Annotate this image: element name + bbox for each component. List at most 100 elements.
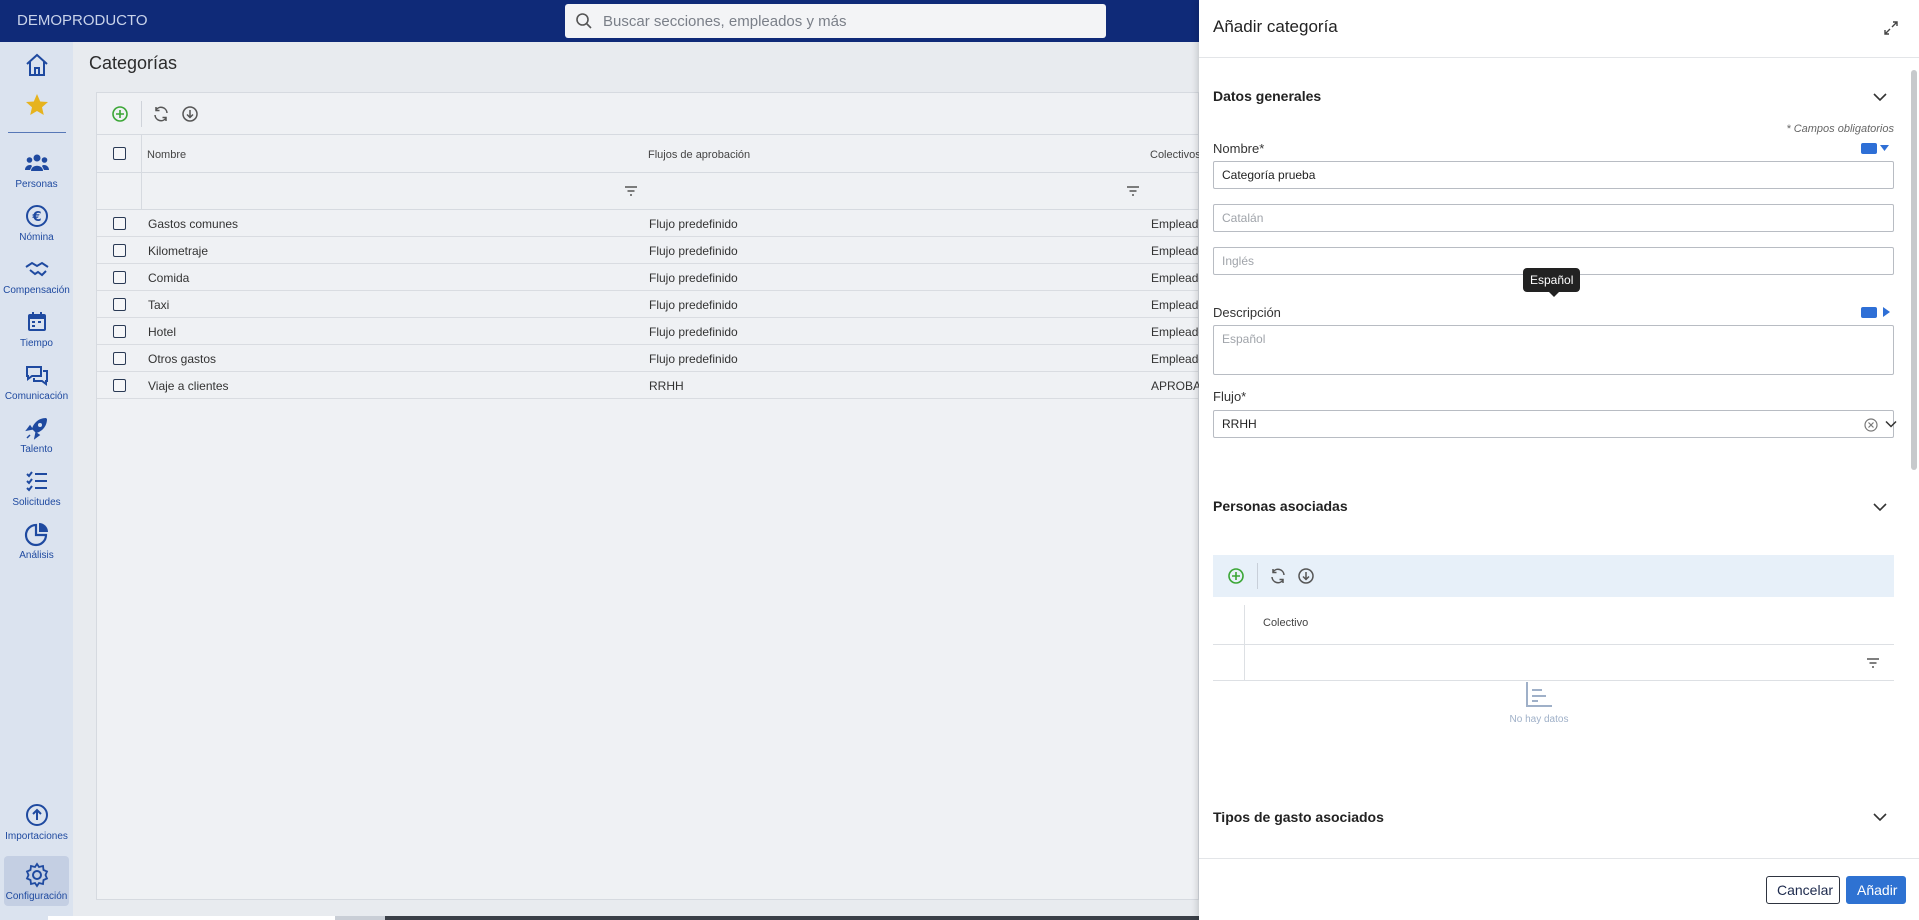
- section-title-people: Personas asociadas: [1213, 498, 1348, 514]
- cell-flujo: Flujo predefinido: [649, 325, 738, 339]
- row-checkbox[interactable]: [113, 298, 126, 311]
- table-row[interactable]: Otros gastos Flujo predefinido Empleado: [97, 345, 1205, 372]
- chevron-down-icon[interactable]: [1871, 808, 1889, 826]
- row-checkbox[interactable]: [113, 217, 126, 230]
- people-toolbar: [1213, 555, 1894, 597]
- refresh-icon[interactable]: [1269, 567, 1287, 585]
- download-icon[interactable]: [1297, 567, 1315, 585]
- row-checkbox[interactable]: [113, 325, 126, 338]
- filter-icon[interactable]: [624, 185, 638, 197]
- left-navigation: Personas € Nómina Compensación Tiempo Co…: [0, 42, 73, 920]
- cell-nombre: Taxi: [148, 298, 170, 312]
- search-box[interactable]: Buscar secciones, empleados y más: [565, 4, 1106, 38]
- column-divider: [1244, 605, 1245, 681]
- bottom-scroll-segment: [48, 916, 335, 920]
- flow-label: Flujo*: [1213, 389, 1247, 404]
- star-icon: [25, 94, 48, 115]
- nav-label-analisis: Análisis: [19, 550, 54, 561]
- nav-label-tiempo: Tiempo: [20, 338, 53, 349]
- pie-chart-icon: [24, 523, 48, 547]
- expand-icon[interactable]: [1883, 20, 1899, 36]
- caret-down-icon[interactable]: [1880, 145, 1889, 152]
- nav-label-configuracion: Configuración: [5, 891, 68, 902]
- search-input[interactable]: Buscar secciones, empleados y más: [603, 13, 846, 30]
- chevron-down-icon[interactable]: [1884, 417, 1898, 431]
- cell-nombre: Viaje a clientes: [148, 379, 229, 393]
- nav-label-comunicacion: Comunicación: [4, 391, 69, 402]
- cell-flujo: Flujo predefinido: [649, 298, 738, 312]
- column-header-nombre[interactable]: Nombre: [147, 149, 186, 161]
- empty-state-text: No hay datos: [1509, 714, 1569, 725]
- section-title-expense-types: Tipos de gasto asociados: [1213, 809, 1384, 825]
- description-label: Descripción: [1213, 305, 1281, 320]
- column-header-colectivo[interactable]: Colectivo: [1263, 617, 1308, 629]
- table-row[interactable]: Hotel Flujo predefinido Empleado: [97, 318, 1205, 345]
- name-label: Nombre*: [1213, 141, 1265, 156]
- chevron-down-icon[interactable]: [1871, 88, 1889, 106]
- nav-home[interactable]: [0, 52, 73, 78]
- nav-comunicacion[interactable]: Comunicación: [0, 362, 73, 402]
- page-title: Categorías: [89, 53, 178, 73]
- panel-footer-divider: [1199, 858, 1919, 859]
- chevron-down-icon[interactable]: [1871, 498, 1889, 516]
- cell-nombre: Comida: [148, 271, 190, 285]
- download-icon[interactable]: [181, 105, 199, 123]
- column-header-flujos[interactable]: Flujos de aprobación: [648, 149, 750, 161]
- table-row[interactable]: Taxi Flujo predefinido Empleado: [97, 291, 1205, 318]
- row-checkbox[interactable]: [113, 352, 126, 365]
- euro-icon: €: [25, 205, 48, 227]
- nav-favorites[interactable]: [0, 92, 73, 118]
- rocket-icon: [24, 418, 47, 440]
- grid-header: Nombre Flujos de aprobación Colectivos: [97, 135, 1201, 173]
- cell-colectivo: Empleado: [1151, 298, 1206, 312]
- nav-analisis[interactable]: Análisis: [0, 521, 73, 561]
- cell-nombre: Hotel: [148, 325, 177, 339]
- nav-compensacion[interactable]: Compensación: [0, 256, 73, 296]
- add-button[interactable]: Añadir: [1846, 876, 1906, 904]
- nav-label-nomina: Nómina: [19, 232, 54, 243]
- nav-label-talento: Talento: [20, 444, 53, 455]
- nav-configuracion[interactable]: Configuración: [0, 862, 73, 902]
- row-checkbox[interactable]: [113, 271, 126, 284]
- cell-flujo: RRHH: [649, 379, 684, 393]
- table-row[interactable]: Kilometraje Flujo predefinido Empleado: [97, 237, 1205, 264]
- name-field-spanish[interactable]: Categoría prueba: [1213, 161, 1894, 189]
- add-icon[interactable]: [111, 105, 129, 123]
- table-row[interactable]: Gastos comunes Flujo predefinido Emplead…: [97, 210, 1205, 237]
- select-all-checkbox[interactable]: [113, 147, 126, 160]
- nav-nomina[interactable]: € Nómina: [0, 203, 73, 243]
- table-row[interactable]: Viaje a clientes RRHH APROBAD: [97, 372, 1210, 399]
- table-row[interactable]: Comida Flujo predefinido Empleado: [97, 264, 1205, 291]
- cancel-button[interactable]: Cancelar: [1766, 876, 1840, 904]
- filter-icon[interactable]: [1126, 185, 1140, 197]
- nav-importaciones[interactable]: Importaciones: [0, 802, 73, 842]
- flow-select[interactable]: RRHH: [1213, 410, 1897, 438]
- row-checkbox[interactable]: [113, 379, 126, 392]
- translate-icon[interactable]: [1861, 143, 1877, 154]
- cell-nombre: Gastos comunes: [148, 217, 239, 231]
- description-field[interactable]: Español: [1213, 325, 1894, 375]
- nav-label-compensacion: Compensación: [3, 285, 70, 296]
- refresh-icon[interactable]: [152, 105, 170, 123]
- nav-talento[interactable]: Talento: [0, 415, 73, 455]
- nav-label-personas: Personas: [15, 179, 58, 190]
- cell-colectivo: Empleado: [1151, 217, 1206, 231]
- add-icon[interactable]: [1227, 567, 1245, 585]
- caret-right-icon[interactable]: [1883, 307, 1890, 317]
- brand-name[interactable]: DEMOPRODUCTO: [17, 12, 148, 29]
- column-header-colectivos[interactable]: Colectivos: [1150, 149, 1201, 161]
- filter-icon[interactable]: [1866, 657, 1880, 669]
- translate-icon[interactable]: [1861, 307, 1877, 318]
- categories-grid: Nombre Flujos de aprobación Colectivos G…: [96, 92, 1210, 900]
- panel-scrollbar-thumb[interactable]: [1911, 70, 1917, 470]
- nav-tiempo[interactable]: Tiempo: [0, 309, 73, 349]
- row-checkbox[interactable]: [113, 244, 126, 257]
- clear-icon[interactable]: [1864, 418, 1878, 432]
- toolbar-divider: [1257, 563, 1258, 589]
- nav-personas[interactable]: Personas: [0, 150, 73, 190]
- required-fields-note: * Campos obligatorios: [1786, 123, 1894, 135]
- name-field-catalan[interactable]: Catalán: [1213, 204, 1894, 232]
- checklist-icon: [25, 471, 47, 492]
- nav-solicitudes[interactable]: Solicitudes: [0, 468, 73, 508]
- upload-icon: [25, 804, 48, 826]
